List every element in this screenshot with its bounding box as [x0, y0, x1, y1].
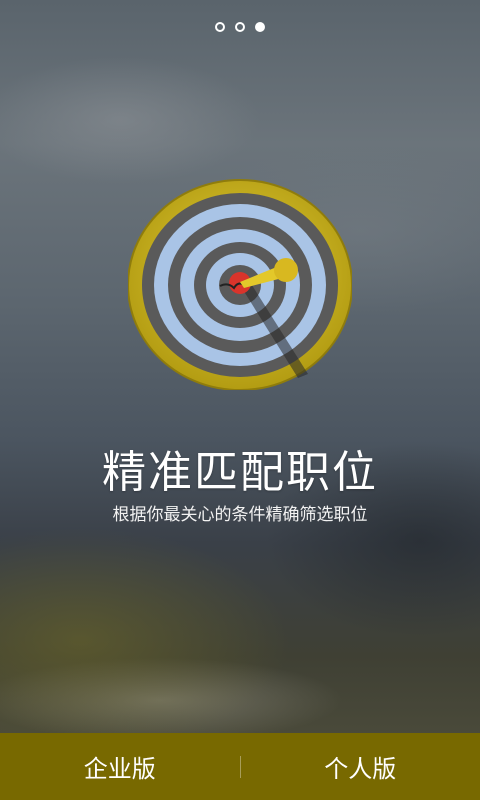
feature-subtitle: 根据你最关心的条件精确筛选职位	[112, 505, 368, 525]
personal-edition-button[interactable]: 个人版	[241, 733, 480, 800]
page-dot-1	[215, 22, 225, 32]
dartboard-icon	[128, 179, 352, 390]
page-dot-2	[235, 22, 245, 32]
bottom-bar: 企业版 个人版	[0, 733, 480, 800]
feature-title: 精准匹配职位	[102, 447, 378, 498]
enterprise-edition-button[interactable]: 企业版	[0, 733, 240, 800]
blurred-background	[0, 0, 480, 800]
page-dot-3	[255, 22, 265, 32]
page-indicator	[0, 22, 480, 32]
